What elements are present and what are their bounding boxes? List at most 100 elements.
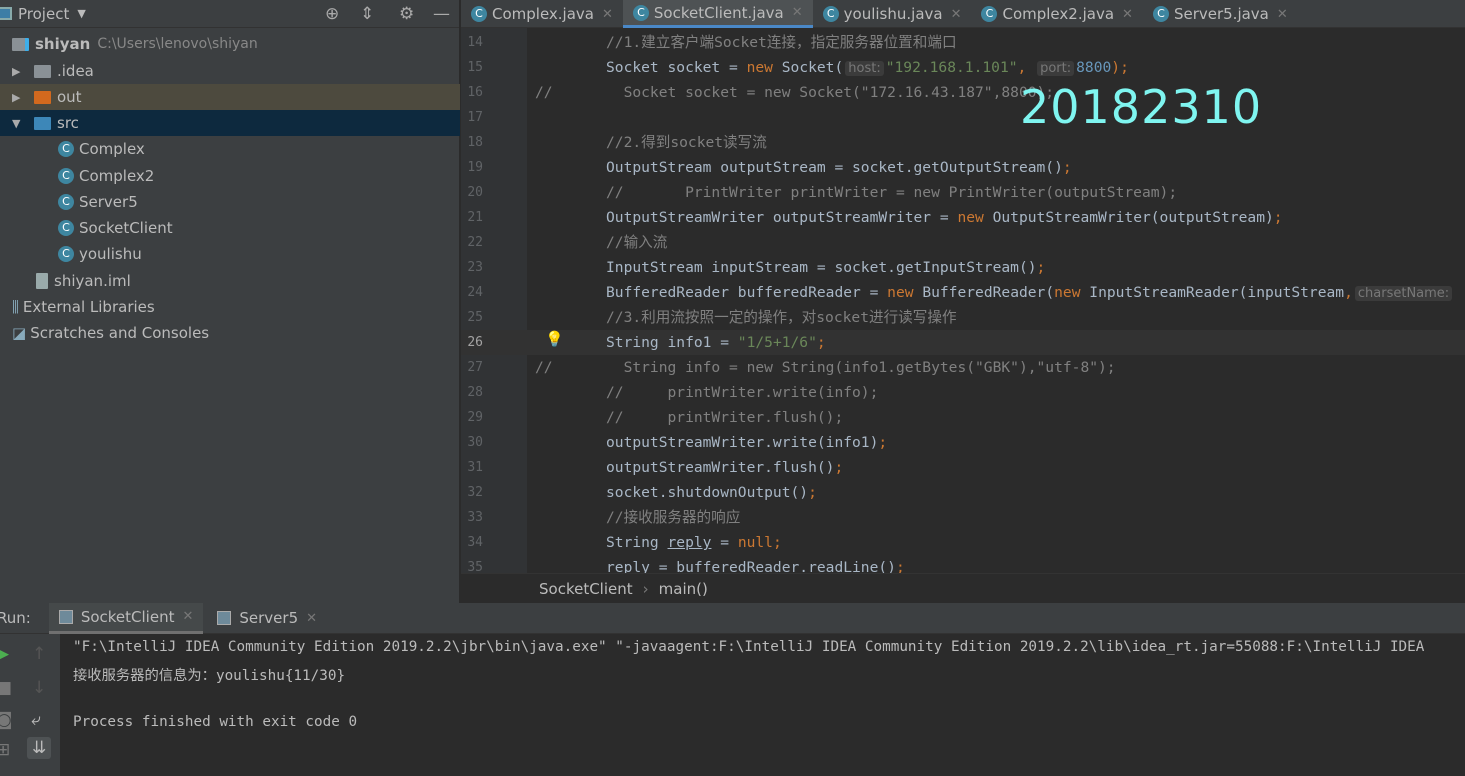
tree-item-socketclient[interactable]: C SocketClient: [0, 215, 460, 241]
console-icon: [58, 609, 73, 624]
project-view-dropdown[interactable]: Project: [18, 5, 69, 23]
line-number: 25: [467, 310, 483, 325]
tree-item-scratches-and-consoles[interactable]: ◪ Scratches and Consoles: [0, 320, 460, 346]
breadcrumb-class[interactable]: SocketClient: [539, 580, 633, 598]
tree-item-out[interactable]: ▶ out: [0, 84, 460, 110]
stop-icon[interactable]: ■: [0, 678, 12, 698]
scroll-to-end-icon[interactable]: ⇊: [27, 737, 52, 759]
rerun-icon[interactable]: ▶: [0, 644, 9, 664]
code-line[interactable]: 19 OutputStream outputStream = socket.get…: [461, 155, 1465, 180]
code-token: //3.利用流按照一定的操作，对socket进行读写操作: [606, 309, 957, 326]
code-token: outputStreamWriter.flush(): [606, 459, 835, 476]
line-number: 16: [467, 85, 483, 100]
code-line[interactable]: 34 String reply = null;: [461, 530, 1465, 555]
tab-complex-java[interactable]: C Complex.java ✕: [461, 0, 623, 28]
close-icon[interactable]: ✕: [306, 611, 317, 626]
chevron-down-icon[interactable]: ▼: [12, 117, 26, 130]
code-text: Socket socket = new Socket("172.16.43.18…: [606, 80, 1055, 105]
restore-layout-icon[interactable]: ⊞: [0, 740, 10, 760]
project-panel: Project ▼ ⊕ ⇕ ⚙ — shiyan C:\Users\lenovo\…: [0, 0, 460, 603]
tree-item-complex[interactable]: C Complex: [0, 136, 460, 162]
close-icon[interactable]: ✕: [602, 7, 613, 22]
line-number: 23: [467, 260, 483, 275]
code-line[interactable]: 22 //输入流: [461, 230, 1465, 255]
tab-youlishu-java[interactable]: Cyoulishu.java ✕: [813, 0, 972, 28]
tree-item-label: out: [57, 88, 82, 106]
chevron-right-icon[interactable]: ▶: [12, 91, 26, 104]
code-text: outputStreamWriter.write(info1);: [606, 430, 887, 455]
run-tab-server5[interactable]: Server5 ✕: [207, 603, 327, 634]
code-line[interactable]: 31 outputStreamWriter.flush();: [461, 455, 1465, 480]
code-line[interactable]: 30 outputStreamWriter.write(info1);: [461, 430, 1465, 455]
code-line[interactable]: 14 //1.建立客户端Socket连接，指定服务器位置和端口: [461, 30, 1465, 55]
code-token: ;: [1062, 159, 1072, 176]
close-icon[interactable]: ✕: [1277, 7, 1288, 22]
tab-label: Complex.java: [492, 5, 594, 23]
code-text: //接收服务器的响应: [606, 505, 740, 530]
code-line[interactable]: 25 //3.利用流按照一定的操作，对socket进行读写操作: [461, 305, 1465, 330]
tree-item-shiyan[interactable]: shiyan C:\Users\lenovo\shiyan: [0, 31, 460, 57]
code-line[interactable]: 27 // String info = new String(info1.getB…: [461, 355, 1465, 380]
folder-icon: [34, 64, 51, 78]
gear-icon[interactable]: ⚙: [399, 4, 414, 24]
close-icon[interactable]: ✕: [951, 7, 962, 22]
tab-server5-java[interactable]: C Server5.java ✕: [1143, 0, 1298, 28]
minimize-icon[interactable]: —: [433, 4, 450, 24]
code-line[interactable]: 33 //接收服务器的响应: [461, 505, 1465, 530]
code-line[interactable]: 23 InputStream inputStream = socket.getIn…: [461, 255, 1465, 280]
code-line[interactable]: 29 // printWriter.flush();: [461, 405, 1465, 430]
code-line[interactable]: 28 // printWriter.write(info);: [461, 380, 1465, 405]
locate-icon[interactable]: ⊕: [325, 4, 339, 24]
chevron-right-icon[interactable]: ▶: [12, 65, 26, 78]
code-line[interactable]: 20 // PrintWriter printWriter = new Print…: [461, 180, 1465, 205]
code-line[interactable]: 18 //2.得到socket读写流: [461, 130, 1465, 155]
code-token: Socket socket =: [606, 59, 747, 76]
tree-item-external-libraries[interactable]: ⫼ External Libraries: [0, 294, 460, 320]
code-token: 8800: [1076, 59, 1112, 76]
tree-item-shiyan-iml[interactable]: shiyan.iml: [0, 268, 460, 294]
console-line: Process finished with exit code 0: [73, 714, 358, 730]
tree-item-label: Scratches and Consoles: [30, 324, 210, 342]
code-token: //输入流: [606, 234, 668, 251]
line-number: 27: [467, 360, 483, 375]
tab-socketclient-java[interactable]: C SocketClient.java ✕: [622, 0, 813, 28]
class-icon: C: [1152, 6, 1169, 22]
soft-wrap-icon[interactable]: ⤶: [31, 710, 41, 730]
code-line[interactable]: 17: [461, 105, 1465, 130]
close-icon[interactable]: ✕: [1122, 7, 1133, 22]
code-editor[interactable]: 14 //1.建立客户端Socket连接，指定服务器位置和端口 15 Socket s…: [461, 28, 1465, 573]
code-text: InputStream inputStream = socket.getInpu…: [606, 255, 1045, 280]
tree-item-youlishu[interactable]: Cyoulishu: [0, 241, 460, 267]
code-line[interactable]: 26 String info1 = "1/5+1/6";: [461, 330, 1465, 355]
code-line[interactable]: 21 OutputStreamWriter outputStreamWriter …: [461, 205, 1465, 230]
run-tab-socketclient[interactable]: SocketClient ✕: [48, 602, 204, 634]
collapse-all-icon[interactable]: ⇕: [360, 4, 374, 24]
code-token: ,: [1344, 284, 1353, 301]
run-tab-label: SocketClient: [80, 607, 175, 626]
code-token: BufferedReader bufferedReader =: [606, 284, 888, 301]
close-icon[interactable]: ✕: [792, 5, 803, 20]
console-icon: [217, 611, 232, 625]
code-line[interactable]: 15 Socket socket = new Socket(host: "192.1…: [461, 55, 1465, 80]
breadcrumb-method[interactable]: main(): [659, 580, 708, 598]
tree-item-src[interactable]: ▼ src: [0, 110, 460, 136]
close-icon[interactable]: ✕: [182, 609, 193, 624]
code-line[interactable]: 32 socket.shutdownOutput();: [461, 480, 1465, 505]
code-line[interactable]: 35 reply = bufferedReader.readLine();: [461, 555, 1465, 573]
tree-item--idea[interactable]: ▶ .idea: [0, 58, 460, 84]
arrow-up-icon[interactable]: ↑: [32, 644, 46, 664]
lightbulb-icon[interactable]: 💡: [545, 330, 564, 348]
tab-complex2-java[interactable]: C Complex2.java ✕: [971, 0, 1142, 28]
tree-item-server5[interactable]: C Server5: [0, 189, 460, 215]
code-text: OutputStreamWriter outputStreamWriter = …: [606, 205, 1283, 230]
iml-file-icon: [36, 273, 48, 289]
tree-item-complex2[interactable]: C Complex2: [0, 163, 460, 189]
camera-icon[interactable]: ◙: [0, 710, 13, 730]
arrow-down-icon[interactable]: ↓: [32, 678, 46, 698]
code-line[interactable]: 16 // Socket socket = new Socket("172.16.…: [461, 80, 1465, 105]
class-icon: C: [58, 141, 74, 157]
chevron-down-icon[interactable]: ▼: [77, 7, 85, 20]
line-number: 20: [467, 185, 483, 200]
code-token: =: [711, 534, 738, 551]
code-line[interactable]: 24 BufferedReader bufferedReader = new Bu…: [461, 280, 1465, 305]
